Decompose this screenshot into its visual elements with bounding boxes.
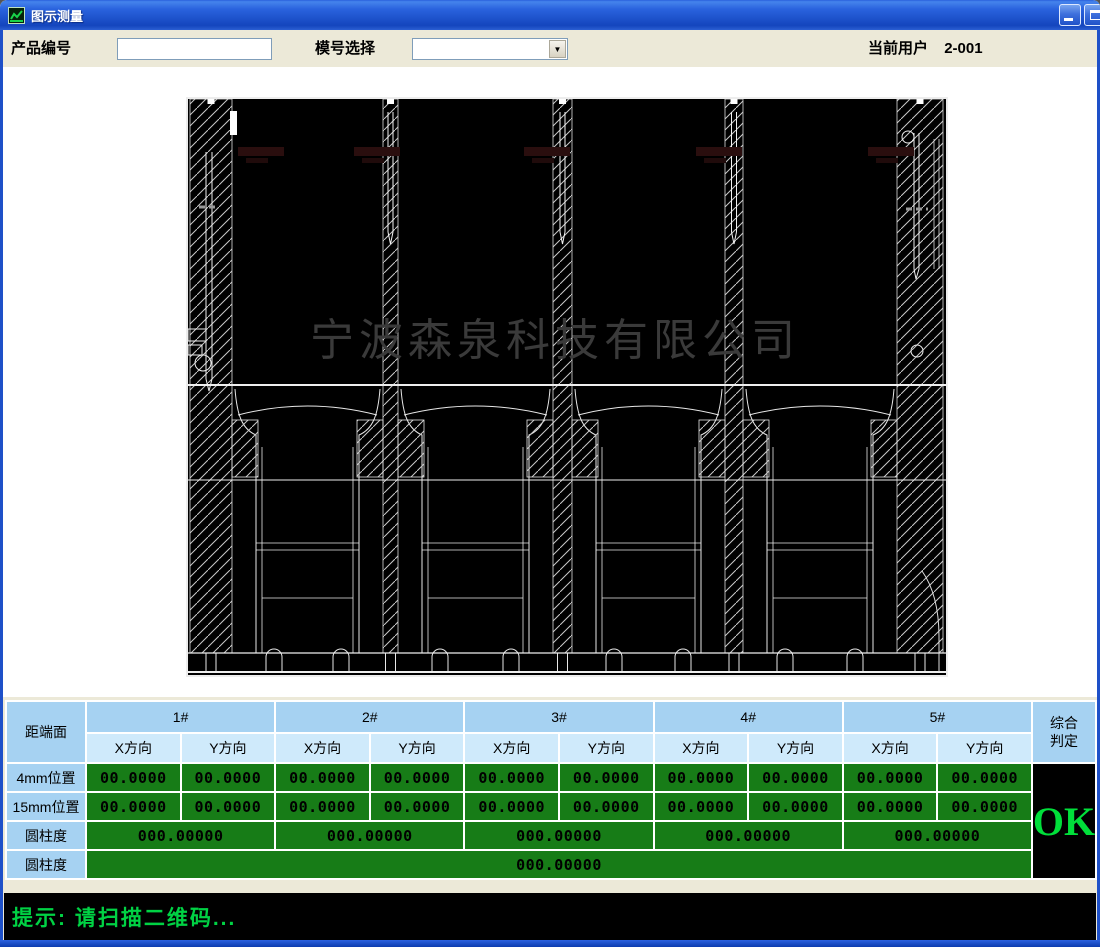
- mold-select-value: [416, 41, 547, 57]
- value-cell: 00.0000: [938, 793, 1031, 820]
- axis-header: X方向: [844, 734, 937, 762]
- value-cell: 00.0000: [465, 793, 558, 820]
- chevron-down-icon[interactable]: ▼: [549, 40, 566, 58]
- value-cell: 00.0000: [371, 764, 464, 791]
- axis-header: Y方向: [182, 734, 275, 762]
- value-cell: 000.00000: [465, 822, 652, 849]
- axis-header: Y方向: [560, 734, 653, 762]
- row-label: 圆柱度: [7, 822, 85, 849]
- status-bar: 提示: 请扫描二维码...: [4, 893, 1096, 940]
- col-group-header: 4#: [655, 702, 842, 732]
- current-user-label: 当前用户: [868, 40, 928, 57]
- col-group-header: 3#: [465, 702, 652, 732]
- axis-header: X方向: [276, 734, 369, 762]
- row-label: 15mm位置: [7, 793, 85, 820]
- title-bar[interactable]: 图示测量: [0, 0, 1100, 30]
- value-cell: 000.00000: [276, 822, 463, 849]
- value-cell: 00.0000: [938, 764, 1031, 791]
- value-cell: 00.0000: [87, 764, 180, 791]
- axis-header: Y方向: [938, 734, 1031, 762]
- value-cell: 00.0000: [87, 793, 180, 820]
- corner-header: 距端面: [7, 702, 85, 762]
- watermark-text: 宁波森泉科技有限公司: [310, 316, 800, 365]
- col-group-header: 5#: [844, 702, 1031, 732]
- col-group-header: 2#: [276, 702, 463, 732]
- value-cell: 000.00000: [87, 851, 1031, 878]
- col-group-header: 1#: [87, 702, 274, 732]
- product-number-input[interactable]: [117, 38, 272, 60]
- value-cell: 00.0000: [182, 764, 275, 791]
- status-message: 提示: 请扫描二维码...: [12, 902, 236, 932]
- judge-header-line: 综合: [1050, 714, 1078, 732]
- judge-header: 综合判定: [1033, 702, 1095, 762]
- value-cell: 000.00000: [655, 822, 842, 849]
- axis-header: Y方向: [749, 734, 842, 762]
- app-icon: [8, 7, 25, 24]
- value-cell: 00.0000: [465, 764, 558, 791]
- minimize-icon: [1064, 18, 1073, 21]
- value-cell: 00.0000: [749, 764, 842, 791]
- axis-header: X方向: [87, 734, 180, 762]
- app-window: 图示测量 产品编号 模号选择 ▼ 当前用户 2-001: [0, 0, 1100, 947]
- value-cell: 00.0000: [655, 793, 748, 820]
- window-border-bottom: [0, 940, 1100, 947]
- minimize-button[interactable]: [1059, 4, 1081, 26]
- axis-header: Y方向: [371, 734, 464, 762]
- current-user-value: 2-001: [944, 40, 982, 57]
- toolbar: 产品编号 模号选择 ▼ 当前用户 2-001: [3, 30, 1097, 67]
- value-cell: 000.00000: [87, 822, 274, 849]
- value-cell: 00.0000: [749, 793, 842, 820]
- axis-header: X方向: [655, 734, 748, 762]
- value-cell: 00.0000: [182, 793, 275, 820]
- value-cell: 00.0000: [844, 764, 937, 791]
- value-cell: 00.0000: [560, 764, 653, 791]
- judge-header-line: 判定: [1050, 732, 1078, 750]
- table-zone: 距端面1#2#3#4#5#X方向Y方向X方向Y方向X方向Y方向X方向Y方向X方向…: [3, 697, 1097, 893]
- current-user: 当前用户 2-001: [868, 30, 983, 67]
- value-cell: 00.0000: [560, 793, 653, 820]
- row-label: 4mm位置: [7, 764, 85, 791]
- main-area: 宁波森泉科技有限公司: [3, 67, 1097, 697]
- measure-table: 距端面1#2#3#4#5#X方向Y方向X方向Y方向X方向Y方向X方向Y方向X方向…: [5, 700, 1097, 880]
- judge-cell: OK: [1033, 764, 1095, 878]
- maximize-icon: [1090, 10, 1100, 20]
- maximize-button[interactable]: [1084, 4, 1100, 26]
- window-border-left: [0, 30, 3, 947]
- value-cell: 000.00000: [844, 822, 1031, 849]
- value-cell: 00.0000: [371, 793, 464, 820]
- value-cell: 00.0000: [276, 793, 369, 820]
- cad-drawing: 宁波森泉科技有限公司: [186, 97, 948, 677]
- mold-select-label: 模号选择: [315, 30, 375, 67]
- product-number-label: 产品编号: [11, 30, 71, 67]
- row-label: 圆柱度: [7, 851, 85, 878]
- value-cell: 00.0000: [844, 793, 937, 820]
- value-cell: 00.0000: [276, 764, 369, 791]
- value-cell: 00.0000: [655, 764, 748, 791]
- mold-select-dropdown[interactable]: ▼: [412, 38, 568, 60]
- axis-header: X方向: [465, 734, 558, 762]
- window-title: 图示测量: [31, 6, 83, 25]
